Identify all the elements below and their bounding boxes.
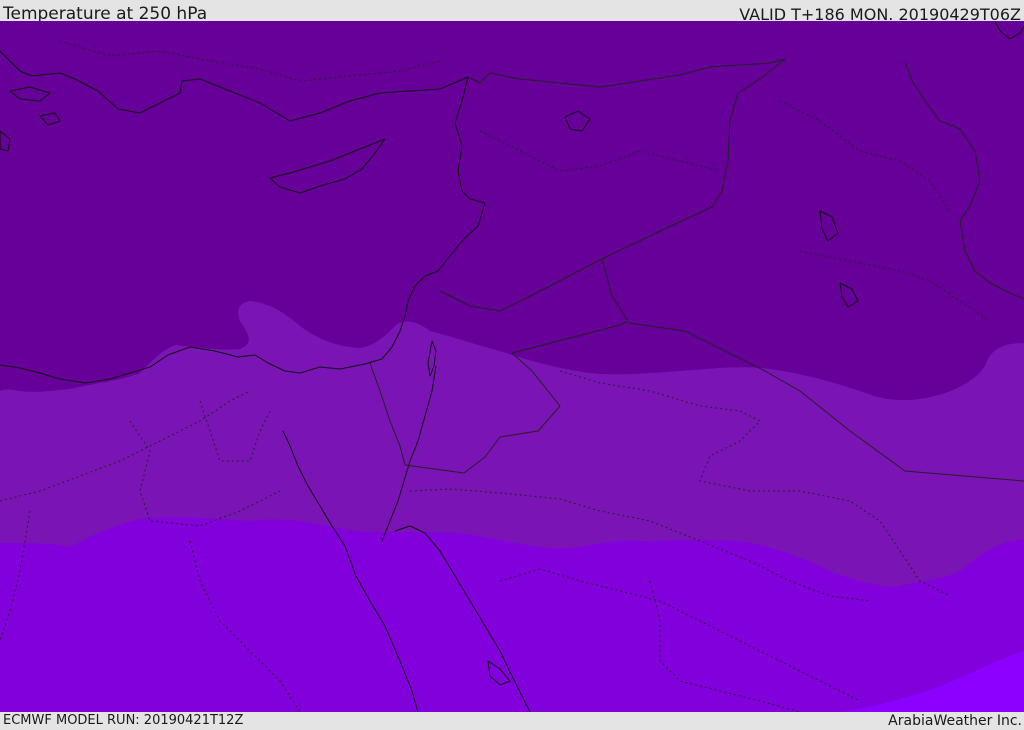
- model-run-label: ECMWF MODEL RUN: 20190421T12Z: [3, 713, 244, 728]
- footer-bar: ECMWF MODEL RUN: 20190421T12Z ArabiaWeat…: [0, 712, 1024, 729]
- credit-label: ArabiaWeather Inc.: [888, 713, 1022, 729]
- temperature-map: [0, 21, 1024, 712]
- header-bar: Temperature at 250 hPa VALID T+186 MON. …: [0, 0, 1024, 24]
